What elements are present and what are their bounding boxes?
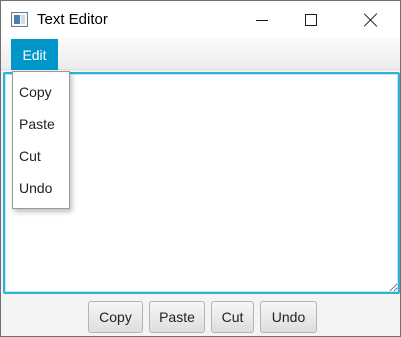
close-icon	[364, 13, 378, 27]
menu-bar: Edit	[1, 39, 400, 70]
title-bar[interactable]: Text Editor	[1, 1, 400, 39]
menu-edit[interactable]: Edit	[11, 39, 58, 70]
minimize-button[interactable]	[239, 1, 285, 39]
maximize-button[interactable]	[288, 1, 334, 39]
window-title: Text Editor	[37, 11, 108, 28]
edit-menu-dropdown: Copy Paste Cut Undo	[12, 71, 70, 209]
close-button[interactable]	[348, 1, 394, 39]
menu-item-cut[interactable]: Cut	[13, 140, 69, 172]
minimize-icon	[256, 20, 268, 21]
copy-button[interactable]: Copy	[88, 301, 143, 333]
menu-item-paste[interactable]: Paste	[13, 108, 69, 140]
paste-button[interactable]: Paste	[149, 301, 205, 333]
menu-item-copy[interactable]: Copy	[13, 76, 69, 108]
app-window: Text Editor Edit Copy Paste Cut Undo Cop…	[0, 0, 401, 337]
cut-button[interactable]: Cut	[211, 301, 254, 333]
app-window-icon	[11, 12, 28, 27]
undo-button[interactable]: Undo	[260, 301, 317, 333]
menu-item-undo[interactable]: Undo	[13, 172, 69, 204]
maximize-icon	[305, 14, 317, 26]
